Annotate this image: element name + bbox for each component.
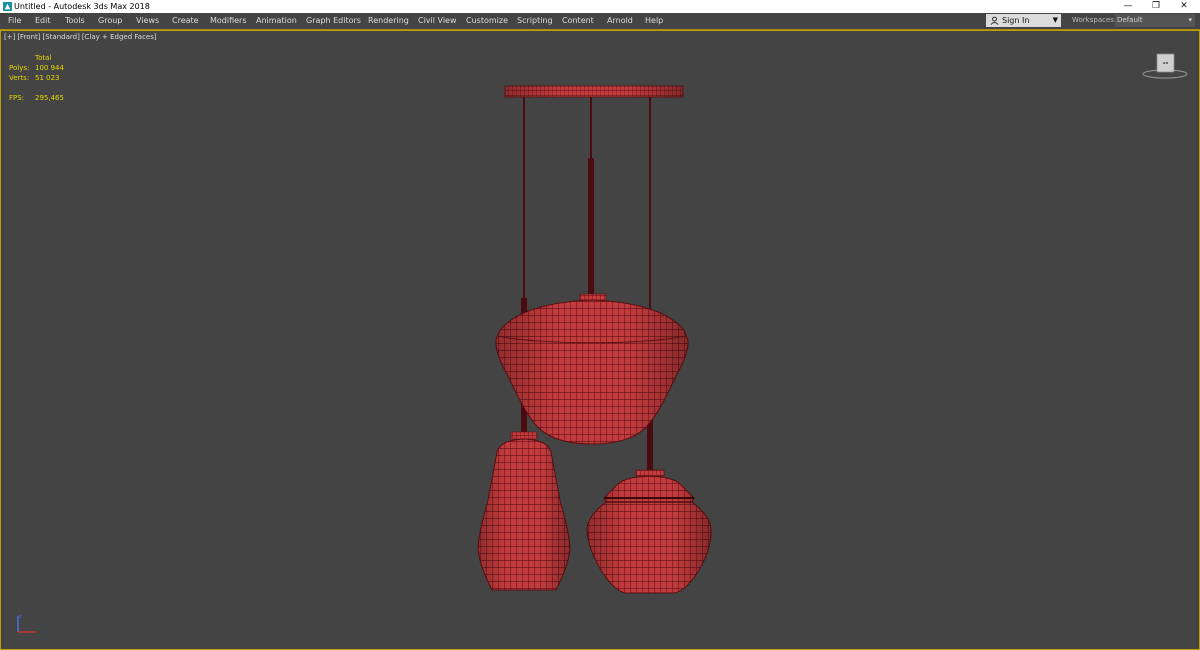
axis-tripod-icon: z xyxy=(17,614,36,633)
pendant-shade-left[interactable] xyxy=(477,431,571,591)
svg-text:z: z xyxy=(19,614,22,620)
ceiling-plate[interactable] xyxy=(504,85,684,98)
pendant-shade-right[interactable] xyxy=(586,469,712,594)
viewport-scene[interactable] xyxy=(0,0,1200,650)
